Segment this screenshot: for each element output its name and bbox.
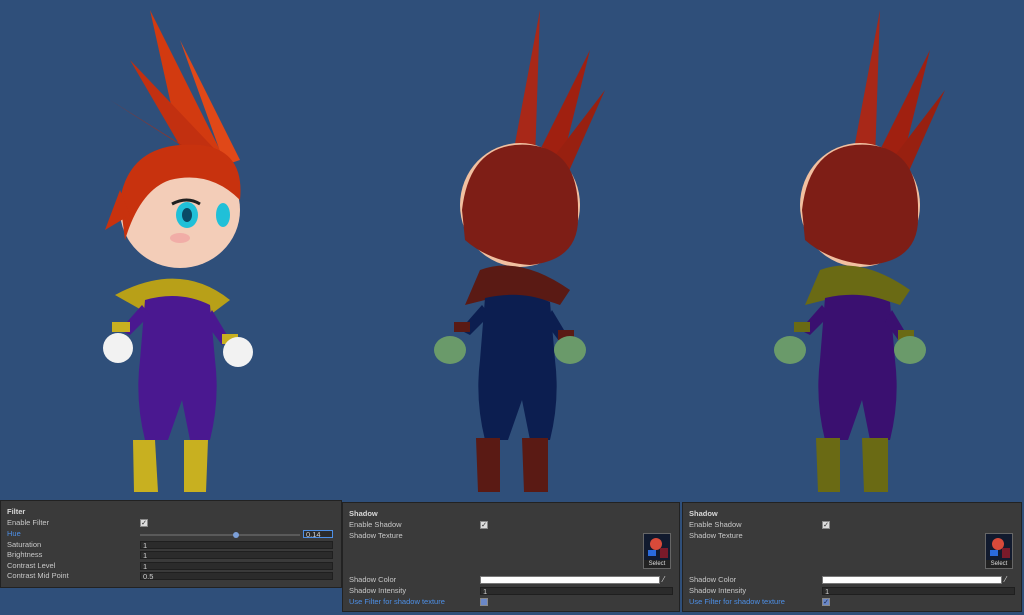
enable-filter-checkbox[interactable]: ✓: [140, 519, 148, 527]
shadow-intensity-field-2[interactable]: 1: [822, 587, 1015, 595]
shadow-color-label-2: Shadow Color: [689, 575, 737, 584]
shadow-texture-select-1[interactable]: Select: [644, 560, 670, 568]
shadow-panel-1: Shadow Enable Shadow ✓ Shadow Texture Se…: [342, 502, 680, 612]
shadow-texture-thumbnail-1[interactable]: Select: [643, 533, 671, 569]
filter-panel: Filter Enable Filter ✓ Hue 0.14 Saturati…: [0, 500, 342, 588]
shadow-color-row-1: Shadow Color ⁄: [349, 575, 673, 585]
contrast-level-field[interactable]: 1: [140, 562, 333, 570]
hue-row: Hue 0.14: [7, 529, 335, 539]
contrast-mid-label: Contrast Mid Point: [7, 571, 69, 580]
contrast-level-row: Contrast Level 1: [7, 561, 335, 571]
enable-shadow-checkbox-1[interactable]: ✓: [480, 521, 488, 529]
contrast-level-label: Contrast Level: [7, 561, 56, 570]
hue-slider-track[interactable]: [140, 534, 300, 536]
contrast-mid-row: Contrast Mid Point 0.5: [7, 571, 335, 581]
use-filter-label-2: Use Filter for shadow texture: [689, 597, 785, 606]
enable-shadow-label-2: Enable Shadow: [689, 520, 742, 529]
texture-preview-icon: [990, 538, 1010, 558]
enable-filter-row: Enable Filter ✓: [7, 518, 335, 528]
enable-shadow-checkbox-2[interactable]: ✓: [822, 521, 830, 529]
shadow-texture-row-2: Shadow Texture: [689, 531, 1015, 541]
shadow-texture-label-1: Shadow Texture: [349, 531, 403, 540]
shadow-intensity-field-1[interactable]: 1: [480, 587, 673, 595]
enable-shadow-row-1: Enable Shadow ✓: [349, 520, 673, 530]
shadow-intensity-label-2: Shadow Intensity: [689, 586, 747, 595]
shadow-intensity-label-1: Shadow Intensity: [349, 586, 407, 595]
shadow-color-swatch-1[interactable]: [480, 576, 660, 584]
saturation-row: Saturation 1: [7, 540, 335, 550]
use-filter-row-2: Use Filter for shadow texture ✓: [689, 597, 1015, 607]
hue-value-field[interactable]: 0.14: [303, 530, 333, 538]
brightness-row: Brightness 1: [7, 550, 335, 560]
brightness-label: Brightness: [7, 550, 43, 559]
shadow-color-row-2: Shadow Color ⁄: [689, 575, 1015, 585]
shadow-color-swatch-2[interactable]: [822, 576, 1002, 584]
shadow-texture-row-1: Shadow Texture: [349, 531, 673, 541]
brightness-field[interactable]: 1: [140, 551, 333, 559]
shadow-texture-label-2: Shadow Texture: [689, 531, 743, 540]
eyedropper-icon[interactable]: ⁄: [1005, 576, 1013, 584]
character-back-view-shadow: [434, 10, 605, 492]
shadow-panel-2: Shadow Enable Shadow ✓ Shadow Texture Se…: [682, 502, 1022, 612]
enable-shadow-row-2: Enable Shadow ✓: [689, 520, 1015, 530]
enable-filter-label: Enable Filter: [7, 518, 50, 527]
use-filter-checkbox-2[interactable]: ✓: [822, 598, 830, 606]
shadow-panel-2-title: Shadow: [689, 509, 718, 518]
saturation-label: Saturation: [7, 540, 42, 549]
hue-label: Hue: [7, 529, 21, 538]
shadow-intensity-row-2: Shadow Intensity 1: [689, 586, 1015, 596]
use-filter-label-1: Use Filter for shadow texture: [349, 597, 445, 606]
character-front-view: [103, 10, 253, 492]
texture-preview-icon: [648, 538, 668, 558]
shadow-color-label-1: Shadow Color: [349, 575, 397, 584]
shadow-intensity-row-1: Shadow Intensity 1: [349, 586, 673, 596]
character-back-view-filtered: [774, 10, 945, 492]
use-filter-row-1: Use Filter for shadow texture: [349, 597, 673, 607]
hue-slider-knob[interactable]: [233, 532, 239, 538]
shadow-texture-select-2[interactable]: Select: [986, 560, 1012, 568]
contrast-mid-field[interactable]: 0.5: [140, 572, 333, 580]
shadow-panel-1-title: Shadow: [349, 509, 378, 518]
shadow-texture-thumbnail-2[interactable]: Select: [985, 533, 1013, 569]
eyedropper-icon[interactable]: ⁄: [663, 576, 671, 584]
enable-shadow-label-1: Enable Shadow: [349, 520, 402, 529]
filter-panel-title: Filter: [7, 507, 26, 516]
saturation-field[interactable]: 1: [140, 541, 333, 549]
use-filter-checkbox-1[interactable]: [480, 598, 488, 606]
